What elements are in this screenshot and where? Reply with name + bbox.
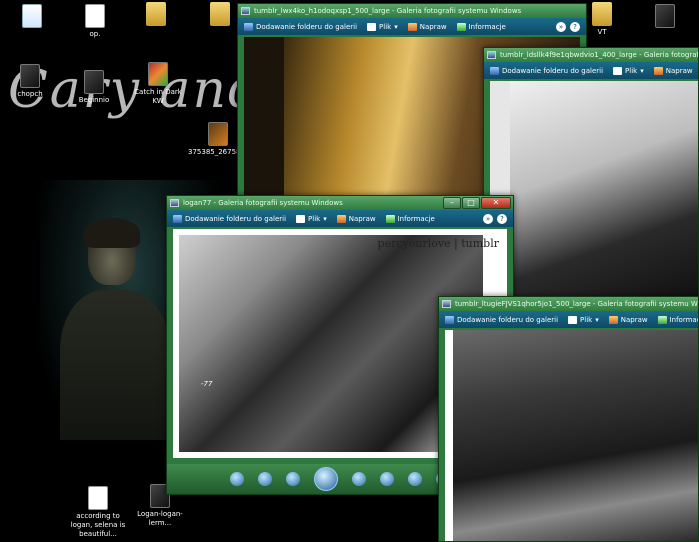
photo-camera-bw — [510, 81, 698, 300]
info-icon — [456, 22, 466, 31]
desktop-icon-op[interactable]: op. — [65, 4, 125, 39]
close-button[interactable]: ✕ — [481, 197, 511, 209]
add-folder-button[interactable]: Dodawanie folderu do galerii — [490, 66, 603, 75]
add-folder-icon — [490, 66, 499, 75]
image-file-icon — [655, 4, 675, 28]
photo-signature: -77 — [201, 380, 213, 388]
fix-icon — [336, 214, 346, 223]
info-button[interactable]: Informacje — [456, 22, 506, 31]
window-toolbar: Dodawanie folderu do galerii Plik ▾ Napra… — [484, 62, 698, 79]
video-file-icon — [88, 486, 108, 510]
fix-icon — [608, 315, 618, 324]
minimize-button[interactable]: – — [443, 197, 461, 209]
gallery-app-icon — [442, 300, 451, 308]
document-icon — [85, 4, 105, 28]
file-icon — [613, 66, 623, 75]
rotate-right-icon[interactable] — [408, 472, 422, 486]
help-icon[interactable]: ? — [497, 213, 507, 224]
previous-icon[interactable] — [286, 472, 300, 486]
gallery-app-icon — [170, 199, 179, 207]
wallpaper-portrait — [50, 210, 170, 440]
more-icon[interactable]: » — [483, 213, 493, 224]
info-icon — [385, 214, 395, 223]
gallery-app-icon — [241, 7, 250, 15]
fix-button[interactable]: Napraw — [608, 315, 648, 324]
maximize-button[interactable]: □ — [462, 197, 480, 209]
fix-button[interactable]: Napraw — [653, 66, 693, 75]
window-toolbar: Dodawanie folderu do galerii Plik ▾ Napra… — [238, 18, 586, 35]
photo-viewer-window-4[interactable]: tumblr_ltugieFJVS1qhor5jo1_500_large - G… — [438, 296, 699, 542]
info-icon — [657, 315, 667, 324]
add-folder-icon — [445, 315, 454, 324]
file-menu-button[interactable]: Plik ▾ — [568, 315, 599, 324]
rotate-left-icon[interactable] — [380, 472, 394, 486]
folder-icon — [592, 2, 612, 26]
file-icon — [568, 315, 578, 324]
zoom-icon[interactable] — [230, 472, 244, 486]
image-file-icon — [20, 64, 40, 88]
file-menu-button[interactable]: Plik ▾ — [613, 66, 644, 75]
window-toolbar: Dodawanie folderu do galerii Plik ▾ Napra… — [439, 311, 698, 328]
fix-icon — [653, 66, 663, 75]
photo-watermark: percyourlove | tumblr — [377, 237, 499, 250]
add-folder-button[interactable]: Dodawanie folderu do galerii — [173, 214, 286, 223]
add-folder-icon — [173, 214, 182, 223]
folder-icon — [146, 2, 166, 26]
photo-classroom-bw — [453, 330, 698, 541]
window-titlebar[interactable]: tumblr_lwx4ko_h1odoqxsp1_500_large - Gal… — [238, 4, 586, 18]
desktop-icon-mp3[interactable] — [2, 4, 62, 30]
file-menu-button[interactable]: Plik ▾ — [367, 22, 398, 31]
gallery-app-icon — [487, 51, 496, 59]
window-titlebar[interactable]: tumblr_ltugieFJVS1qhor5jo1_500_large - G… — [439, 297, 698, 311]
slideshow-icon[interactable] — [314, 467, 338, 491]
fix-button[interactable]: Napraw — [407, 22, 447, 31]
info-button[interactable]: Informacje — [385, 214, 435, 223]
desktop-icon-folder-1[interactable] — [126, 2, 186, 28]
add-folder-button[interactable]: Dodawanie folderu do galerii — [445, 315, 558, 324]
more-icon[interactable]: » — [556, 21, 566, 32]
photo-viewer-window-2[interactable]: tumblr_ldsllk4f9e1qbwdvio1_400_large - G… — [483, 47, 699, 307]
image-file-icon — [84, 70, 104, 94]
add-folder-button[interactable]: Dodawanie folderu do galerii — [244, 22, 357, 31]
fix-button[interactable]: Napraw — [336, 214, 376, 223]
actual-size-icon[interactable] — [258, 472, 272, 486]
window-toolbar: Dodawanie folderu do galerii Plik ▾ Napra… — [167, 210, 513, 227]
desktop-icon-chopch[interactable]: chopch — [0, 64, 60, 99]
desktop-icon-according[interactable]: according to logan, selena is beautiful.… — [66, 486, 130, 539]
desktop-icon-catch[interactable]: Catch in Dark KW — [128, 62, 188, 106]
help-icon[interactable]: ? — [570, 21, 580, 32]
fix-icon — [407, 22, 417, 31]
file-icon — [367, 22, 377, 31]
info-button[interactable]: Informacje — [657, 315, 698, 324]
file-menu-button[interactable]: Plik ▾ — [296, 214, 327, 223]
photo-area — [490, 81, 698, 300]
image-file-icon — [208, 122, 228, 146]
add-folder-icon — [244, 22, 253, 31]
desktop-icon-photo-top-right[interactable] — [635, 4, 695, 30]
image-file-icon — [148, 62, 168, 86]
next-icon[interactable] — [352, 472, 366, 486]
file-icon — [296, 214, 306, 223]
window-titlebar[interactable]: tumblr_ldsllk4f9e1qbwdvio1_400_large - G… — [484, 48, 698, 62]
window-titlebar[interactable]: logan77 - Galeria fotografii systemu Win… — [167, 196, 513, 210]
photo-area — [445, 330, 698, 541]
desktop-icon-beginnio[interactable]: Beginnio — [64, 70, 124, 105]
mp3-file-icon — [22, 4, 42, 28]
folder-icon — [210, 2, 230, 26]
